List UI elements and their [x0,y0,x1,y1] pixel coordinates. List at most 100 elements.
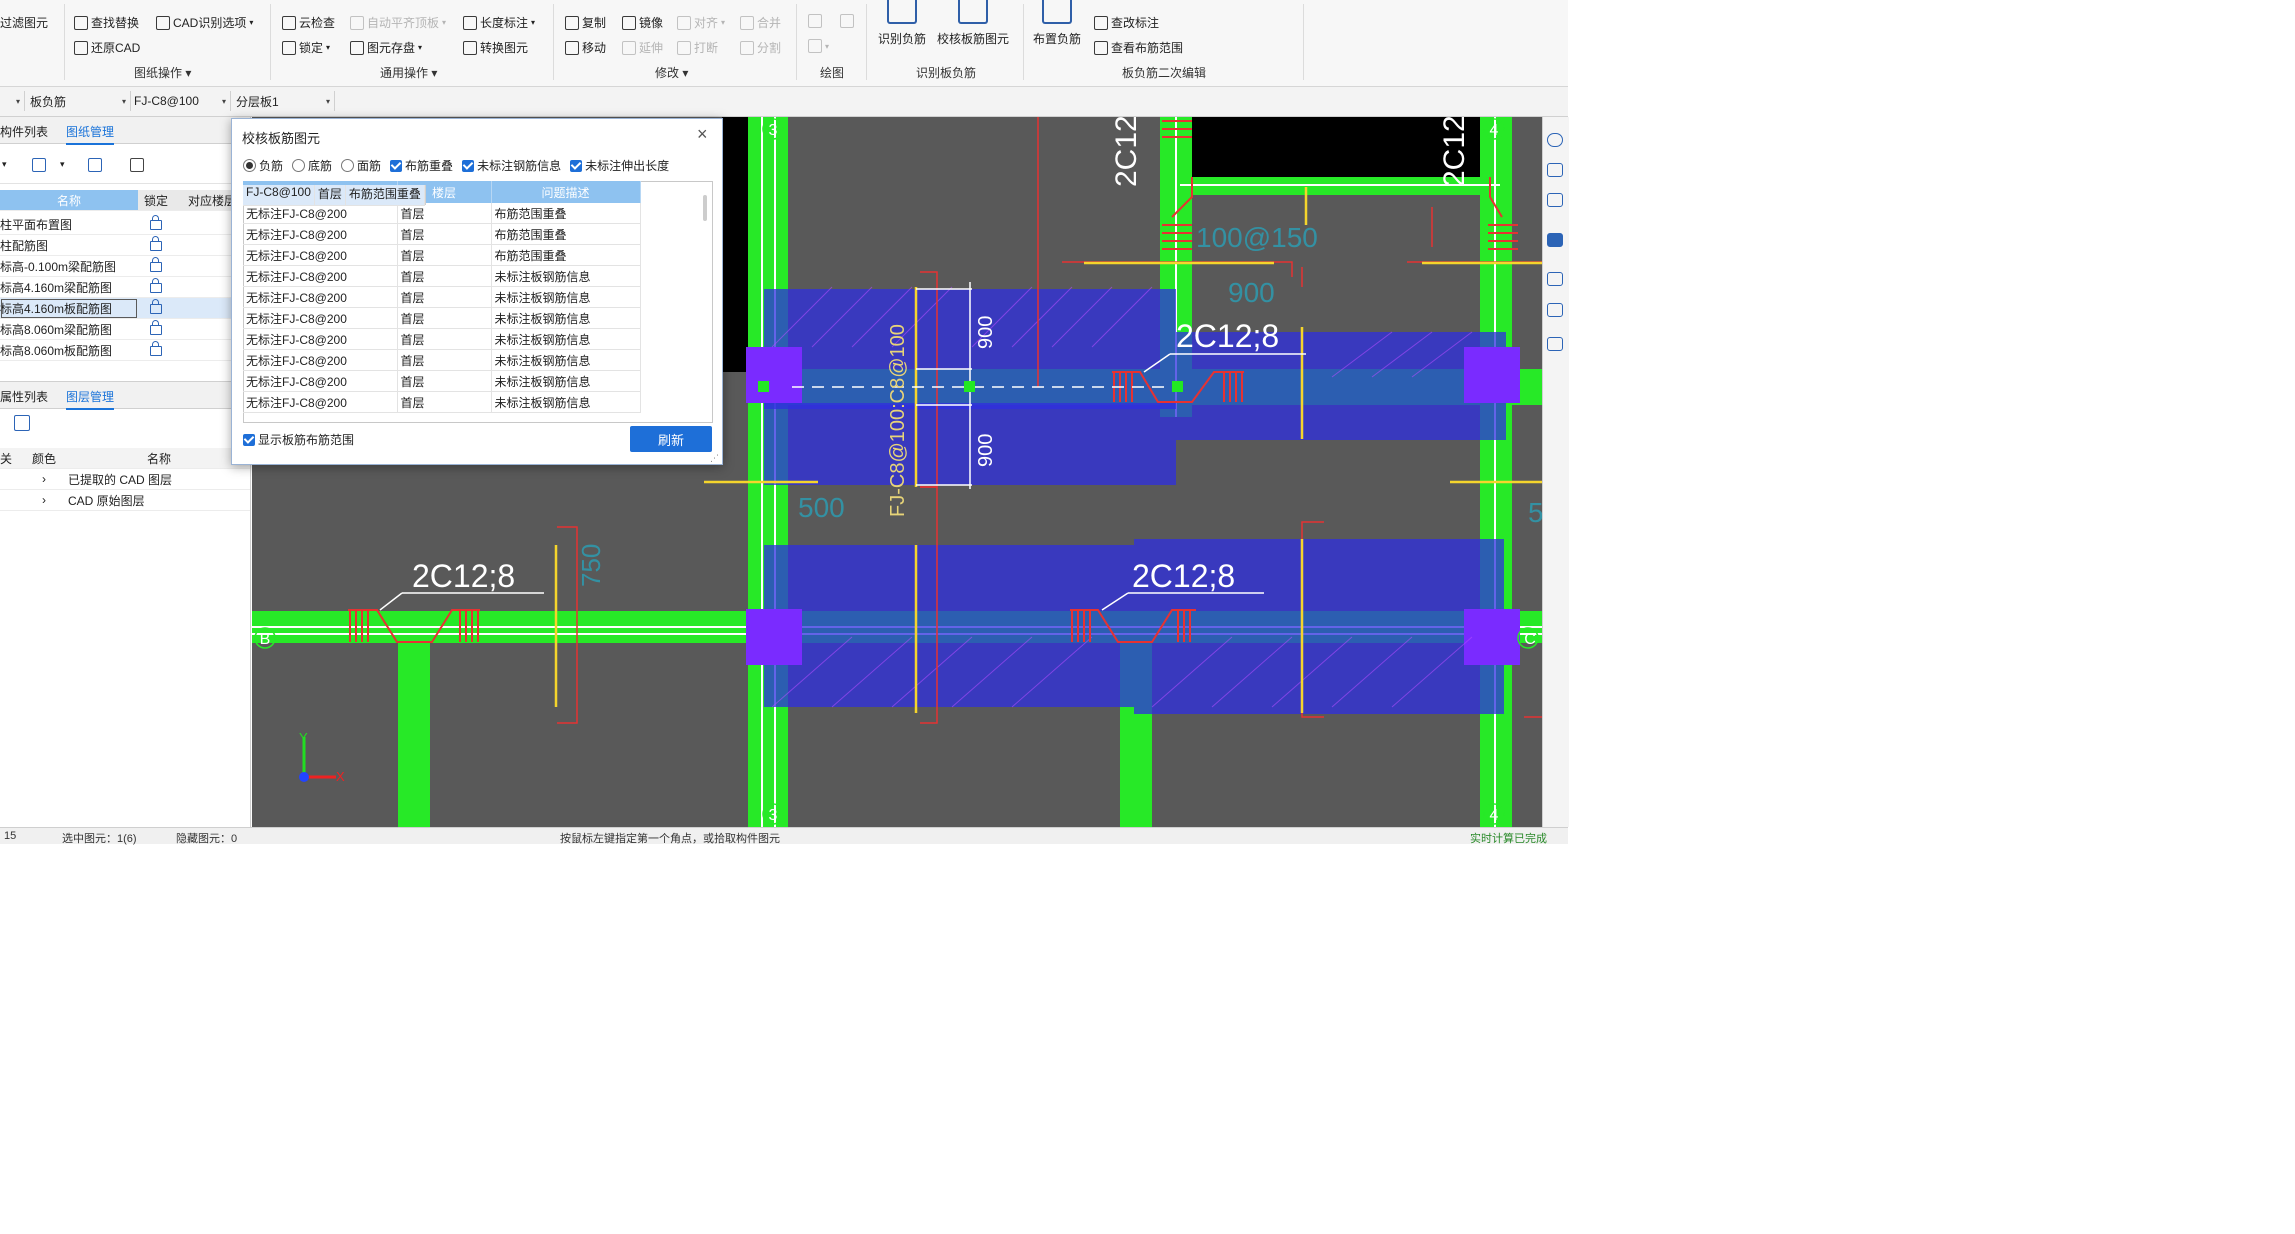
place-rebar-button[interactable]: 布置负筋 [1033,0,1081,47]
tab-property-list[interactable]: 属性列表 [0,388,48,405]
issue-cell: 未标注板钢筋信息 [491,307,641,329]
find-replace-button[interactable]: 查找替换 [74,14,139,31]
layer-name: CAD 原始图层 [68,489,250,511]
layer-row[interactable]: › CAD 原始图层 [0,489,250,511]
cloud-check-button[interactable]: 云检查 [282,14,335,31]
layer-row[interactable]: › 已提取的 CAD 图层 [0,468,250,490]
selector-caret[interactable]: ▾ [6,91,25,111]
issue-row[interactable]: 无标注FJ-C8@200 首层 布筋范围重叠 [243,223,641,245]
split-button[interactable]: 分割 [740,39,781,56]
close-icon[interactable]: × [697,124,708,145]
tab-layer-management[interactable]: 图层管理 [66,388,115,410]
group-general-ops[interactable]: 通用操作 ▾ [380,64,437,81]
drawing-row[interactable]: 柱配筋图 [0,234,250,256]
align-button[interactable]: 对齐 ▾ [677,14,725,31]
issue-row[interactable]: 无标注FJ-C8@200 首层 布筋范围重叠 [243,244,641,266]
issue-row[interactable]: 无标注FJ-C8@200 首层 未标注板钢筋信息 [243,370,641,392]
orbit-icon[interactable] [1547,133,1563,147]
move-label: 移动 [582,41,607,55]
drawing-row[interactable]: 柱平面布置图 [0,214,250,235]
issue-cell: 无标注FJ-C8@200 [243,265,398,287]
layer-slab-select[interactable]: 分层板1 ▾ [236,91,335,111]
lock-icon[interactable] [138,318,174,340]
lock-icon[interactable] [138,297,174,319]
copy-button[interactable]: 复制 [565,14,606,31]
issue-row[interactable]: 无标注FJ-C8@200 首层 未标注板钢筋信息 [243,391,641,413]
chevron-down-icon[interactable]: ▾ [2,159,7,170]
lock-icon[interactable] [138,276,174,298]
element-type-select[interactable]: 板负筋 ▾ [30,91,131,111]
chevron-down-icon[interactable]: ▾ [60,159,65,170]
line-tool-button[interactable] [808,14,822,28]
drawing-row[interactable]: 标高4.160m板配筋图 [0,297,250,319]
merge-button[interactable]: 合并 [740,14,781,31]
check-overlap[interactable]: 布筋重叠 [390,157,453,174]
copy-icon[interactable] [88,158,102,172]
extend-button[interactable]: 延伸 [622,39,663,56]
auto-align-slab-button[interactable]: 自动平齐顶板 ▾ [350,14,446,31]
table-scrollbar[interactable] [703,195,707,221]
cad-options-button[interactable]: CAD识别选项 ▾ [156,14,253,31]
3d-view-icon[interactable] [1547,163,1563,177]
layer-settings-icon[interactable] [14,415,30,431]
drawing-row[interactable]: 标高-0.100m梁配筋图 [0,255,250,277]
tab-component-list[interactable]: 构件列表 [0,123,48,140]
expand-icon[interactable]: › [20,489,68,511]
identify-rebar-button[interactable]: 识别负筋 [878,0,926,47]
lock-icon[interactable] [138,339,174,361]
group-identify: 识别板负筋 [916,64,976,81]
expand-icon[interactable]: › [20,468,68,490]
divider [1303,4,1304,80]
arc-tool-button[interactable]: ▾ [808,39,829,53]
tab-drawing-management[interactable]: 图纸管理 [66,123,115,145]
solid-cube-icon[interactable] [1547,233,1563,247]
break-button[interactable]: 打断 [677,39,718,56]
length-dim-button[interactable]: 长度标注 ▾ [463,14,535,31]
resize-grip-icon[interactable]: ⋰ [710,453,719,464]
issue-row[interactable]: 无标注FJ-C8@200 首层 未标注板钢筋信息 [243,349,641,371]
check-slab-rebar-button[interactable]: 校核板筋图元 [937,0,1009,47]
radio-bottom[interactable]: 底筋 [292,157,332,174]
element-name-select[interactable]: FJ-C8@100 ▾ [134,91,231,111]
fit-view-icon[interactable] [1547,272,1563,286]
issue-row[interactable]: 无标注FJ-C8@200 首层 未标注板钢筋信息 [243,265,641,287]
issue-row[interactable]: 无标注FJ-C8@200 首层 未标注板钢筋信息 [243,307,641,329]
save-element-button[interactable]: 图元存盘 ▾ [350,39,422,56]
radio-top[interactable]: 面筋 [341,157,381,174]
convert-element-button[interactable]: 转换图元 [463,39,528,56]
drawing-row[interactable]: 标高8.060m梁配筋图 [0,318,250,340]
refresh-button[interactable]: 刷新 [630,426,712,452]
delete-icon[interactable] [130,158,144,172]
issue-row[interactable]: 无标注FJ-C8@200 首层 未标注板钢筋信息 [243,328,641,350]
radio-negative[interactable]: 负筋 [243,157,283,174]
drawing-list: 柱平面布置图 柱配筋图 标高-0.100m梁配筋图 标高4.160m梁配筋图 标高4.1… [0,214,250,361]
rect-tool-button[interactable] [840,14,854,28]
lock-button[interactable]: 锁定 ▾ [282,39,330,56]
filter-element-button[interactable]: 过滤图元 [0,14,48,31]
cube-icon[interactable] [1547,193,1563,207]
group-drawing-ops[interactable]: 图纸操作 ▾ [134,64,191,81]
issue-row[interactable]: FJ-C8@100 首层 布筋范围重叠 [243,184,426,206]
issue-row[interactable]: 无标注FJ-C8@200 首层 未标注板钢筋信息 [243,286,641,308]
layer-view-icon[interactable] [1547,303,1563,317]
group-modify[interactable]: 修改 ▾ [655,64,688,81]
view-range-button[interactable]: 查看布筋范围 [1094,39,1183,56]
snap-toolbar[interactable] [290,829,530,842]
list-view-icon[interactable] [1547,337,1563,351]
restore-cad-button[interactable]: 还原CAD [74,39,140,56]
edit-icon[interactable] [32,158,46,172]
lock-icon[interactable] [138,234,174,256]
mirror-button[interactable]: 镜像 [622,14,663,31]
drawing-row[interactable]: 标高8.060m板配筋图 [0,339,250,361]
mirror-label: 镜像 [639,16,664,30]
issue-row[interactable]: 无标注FJ-C8@200 首层 布筋范围重叠 [243,203,641,224]
lock-icon[interactable] [138,255,174,277]
check-missing-info[interactable]: 未标注钢筋信息 [462,157,561,174]
check-missing-length[interactable]: 未标注伸出长度 [570,157,669,174]
group-drawing-ops-label: 图纸操作 [134,66,183,80]
show-range-checkbox[interactable]: 显示板筋布筋范围 [243,431,354,448]
drawing-row[interactable]: 标高4.160m梁配筋图 [0,276,250,298]
move-button[interactable]: 移动 [565,39,606,56]
edit-annotation-button[interactable]: 查改标注 [1094,14,1159,31]
lock-icon[interactable] [138,214,174,235]
